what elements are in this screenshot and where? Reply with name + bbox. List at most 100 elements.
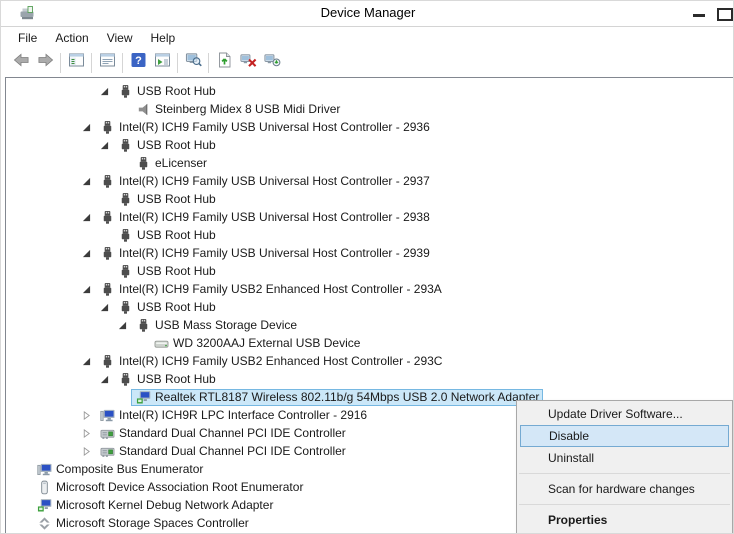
tree-item-intel-r-ich9-family-usb-universal-host-controller-2939[interactable]: Intel(R) ICH9 Family USB Universal Host … [7, 244, 733, 262]
expander-expanded-icon[interactable] [77, 244, 95, 262]
tree-item-intel-r-ich9-family-usb2-enhanced-host-controller-293c[interactable]: Intel(R) ICH9 Family USB2 Enhanced Host … [7, 352, 733, 370]
menubar-item-action[interactable]: Action [46, 29, 97, 47]
context-menu-item-disable[interactable]: Disable [520, 425, 729, 447]
computer-icon [99, 407, 115, 423]
help-button[interactable]: ? [127, 52, 149, 74]
tree-item-usb-root-hub[interactable]: USB Root Hub [7, 262, 733, 280]
tree-item-label: USB Root Hub [137, 300, 216, 314]
item-content: WD 3200AAJ External USB Device [149, 335, 364, 352]
drive-icon [153, 335, 169, 351]
tree-item-intel-r-ich9-family-usb2-enhanced-host-controller-293a[interactable]: Intel(R) ICH9 Family USB2 Enhanced Host … [7, 280, 733, 298]
tree-item-wd-3200aaj-external-usb-device[interactable]: WD 3200AAJ External USB Device [7, 334, 733, 352]
tree-item-usb-root-hub[interactable]: USB Root Hub [7, 226, 733, 244]
usb-icon [99, 119, 115, 135]
tree-item-label: USB Root Hub [137, 372, 216, 386]
expander-expanded-icon[interactable] [77, 118, 95, 136]
tree-item-usb-root-hub[interactable]: USB Root Hub [7, 82, 733, 100]
expander-expanded-icon[interactable] [77, 352, 95, 370]
item-content: USB Root Hub [113, 371, 220, 388]
tree-item-intel-r-ich9-family-usb-universal-host-controller-2936[interactable]: Intel(R) ICH9 Family USB Universal Host … [7, 118, 733, 136]
expander-expanded-icon[interactable] [95, 298, 113, 316]
menubar-item-file[interactable]: File [9, 29, 46, 47]
item-content: eLicenser [131, 155, 211, 172]
expander-expanded-icon[interactable] [113, 316, 131, 334]
show-console-tree-button[interactable] [65, 52, 87, 74]
tree-item-usb-root-hub[interactable]: USB Root Hub [7, 136, 733, 154]
menubar-item-view[interactable]: View [98, 29, 142, 47]
item-content: Microsoft Storage Spaces Controller [32, 515, 253, 532]
usb-icon [117, 263, 133, 279]
console-window-button[interactable] [151, 52, 173, 74]
context-menu-item-uninstall[interactable]: Uninstall [517, 447, 732, 469]
network-icon [135, 389, 151, 405]
usb-icon [117, 191, 133, 207]
usb-icon [99, 245, 115, 261]
search-computer-button[interactable] [182, 52, 204, 74]
expander-expanded-icon[interactable] [77, 280, 95, 298]
expander-expanded-icon[interactable] [95, 82, 113, 100]
expander-expanded-icon[interactable] [95, 136, 113, 154]
properties-window-button[interactable] [96, 52, 118, 74]
menubar-item-help[interactable]: Help [142, 29, 185, 47]
toolbar: ? [1, 48, 733, 77]
tree-item-label: Intel(R) ICH9 Family USB Universal Host … [119, 246, 430, 260]
item-content: Intel(R) ICH9 Family USB Universal Host … [95, 209, 434, 226]
context-menu-item-properties[interactable]: Properties [517, 509, 732, 531]
forward-arrow-icon [37, 52, 54, 73]
tree-item-usb-root-hub[interactable]: USB Root Hub [7, 298, 733, 316]
maximize-button[interactable] [717, 8, 733, 21]
tree-item-label: USB Root Hub [137, 84, 216, 98]
tree-item-label: Intel(R) ICH9 Family USB Universal Host … [119, 120, 430, 134]
tree-item-intel-r-ich9-family-usb-universal-host-controller-2938[interactable]: Intel(R) ICH9 Family USB Universal Host … [7, 208, 733, 226]
toolbar-separator [122, 52, 123, 73]
item-content: USB Root Hub [113, 191, 220, 208]
context-menu-separator [519, 504, 730, 505]
item-content: Composite Bus Enumerator [32, 461, 207, 478]
usb-icon [117, 137, 133, 153]
expander-expanded-icon[interactable] [77, 172, 95, 190]
computer-icon [36, 461, 52, 477]
tree-item-intel-r-ich9-family-usb-universal-host-controller-2937[interactable]: Intel(R) ICH9 Family USB Universal Host … [7, 172, 733, 190]
expander-expanded-icon[interactable] [77, 208, 95, 226]
tree-item-label: Intel(R) ICH9 Family USB2 Enhanced Host … [119, 282, 442, 296]
usb-icon [117, 83, 133, 99]
forward-arrow-button[interactable] [34, 52, 56, 74]
minimize-button[interactable] [693, 14, 705, 17]
softdev-icon [36, 479, 52, 495]
item-content: Microsoft Kernel Debug Network Adapter [32, 497, 277, 514]
tree-item-elicenser[interactable]: eLicenser [7, 154, 733, 172]
tree-item-usb-mass-storage-device[interactable]: USB Mass Storage Device [7, 316, 733, 334]
scan-hardware-button[interactable] [261, 52, 283, 74]
update-driver-icon [216, 52, 233, 73]
expander-collapsed-icon[interactable] [77, 424, 95, 442]
usb-icon [117, 227, 133, 243]
expander-expanded-icon[interactable] [95, 370, 113, 388]
tree-item-usb-root-hub[interactable]: USB Root Hub [7, 370, 733, 388]
context-menu-item-update-driver-software[interactable]: Update Driver Software... [517, 403, 732, 425]
expander-collapsed-icon[interactable] [77, 406, 95, 424]
tree-item-usb-root-hub[interactable]: USB Root Hub [7, 190, 733, 208]
menu-bar: File Action View Help [1, 27, 733, 48]
back-arrow-button[interactable] [10, 52, 32, 74]
ide-icon [99, 443, 115, 459]
tree-item-label: Microsoft Device Association Root Enumer… [56, 480, 304, 494]
speaker-icon [135, 101, 151, 117]
tree-item-label: USB Root Hub [137, 228, 216, 242]
context-menu-item-scan-for-hardware-changes[interactable]: Scan for hardware changes [517, 478, 732, 500]
update-driver-button[interactable] [213, 52, 235, 74]
tree-item-label: USB Root Hub [137, 192, 216, 206]
expander-collapsed-icon[interactable] [77, 442, 95, 460]
tree-item-steinberg-midex-8-usb-midi-driver[interactable]: Steinberg Midex 8 USB Midi Driver [7, 100, 733, 118]
usb-icon [99, 209, 115, 225]
show-console-tree-icon [68, 52, 85, 73]
uninstall-device-button[interactable] [237, 52, 259, 74]
title-bar: Device Manager [1, 1, 733, 27]
tree-item-label: WD 3200AAJ External USB Device [173, 336, 361, 350]
item-content: Microsoft Device Association Root Enumer… [32, 479, 307, 496]
